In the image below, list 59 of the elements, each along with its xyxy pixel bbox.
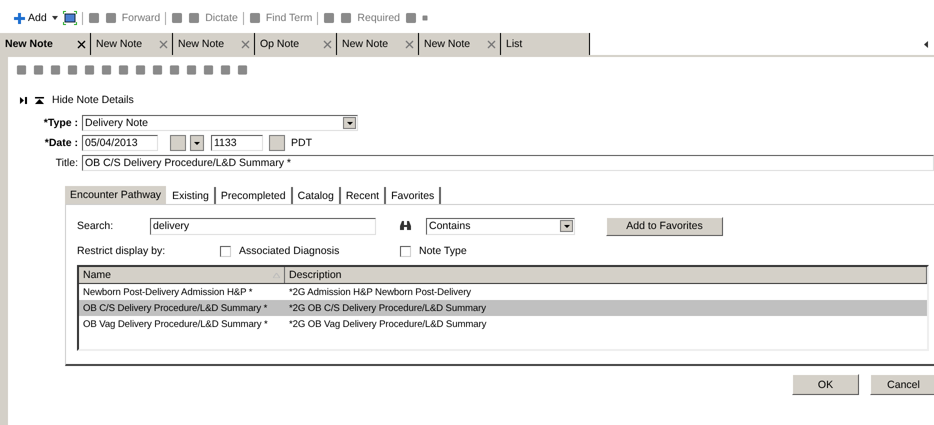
plus-icon bbox=[14, 12, 25, 24]
type-dropdown[interactable]: Delivery Note bbox=[82, 115, 358, 131]
time-field[interactable]: 1133 bbox=[211, 135, 263, 151]
checkbox[interactable] bbox=[220, 246, 231, 256]
toggle-label[interactable]: Hide Note Details bbox=[52, 94, 134, 106]
document-tab[interactable]: List bbox=[500, 33, 590, 55]
document-tab[interactable]: New Note bbox=[90, 33, 172, 55]
sort-icon bbox=[273, 272, 280, 278]
checkbox-label[interactable]: Note Type bbox=[419, 245, 467, 257]
toolbar-button[interactable]: Add bbox=[14, 12, 47, 24]
document-tab[interactable]: New Note bbox=[336, 33, 418, 55]
tab[interactable]: Favorites bbox=[386, 187, 442, 204]
add-to-favorites-button[interactable]: Add to Favorites bbox=[606, 216, 723, 236]
checkbox[interactable] bbox=[400, 246, 411, 256]
table-cell-text: OB Vag Delivery Procedure/L&D Summary * bbox=[82, 318, 269, 330]
caret-icon bbox=[346, 122, 352, 124]
table-cell-text: *2G OB C/S Delivery Procedure/L&D Summary bbox=[288, 302, 487, 314]
document-tab[interactable]: New Note bbox=[418, 33, 500, 55]
search-label: Search: bbox=[77, 220, 114, 232]
restrict-label: Restrict display by: bbox=[77, 245, 166, 257]
time-zone: PDT bbox=[291, 137, 312, 149]
screen-icon[interactable] bbox=[62, 11, 77, 25]
tab[interactable]: Catalog bbox=[292, 187, 341, 204]
tab[interactable]: Precompleted bbox=[216, 187, 293, 204]
field-label: Title: bbox=[54, 157, 78, 169]
dialog-button[interactable]: Cancel bbox=[870, 374, 934, 395]
table-row[interactable]: OB C/S Delivery Procedure/L&D Summary * *2G OB C/S Delivery Procedure/L&D Summary bbox=[79, 300, 927, 316]
table-row[interactable]: Newborn Post-Delivery Admission H&P * *2G Admission H&P Newborn Post-Delivery bbox=[79, 284, 927, 300]
document-tab[interactable]: New Note bbox=[0, 33, 90, 55]
skip-icon[interactable] bbox=[20, 96, 27, 104]
collapse-icon[interactable] bbox=[35, 96, 44, 104]
caret-icon bbox=[564, 224, 570, 228]
table-cell-text: Newborn Post-Delivery Admission H&P * bbox=[82, 286, 254, 298]
dropdown-button[interactable] bbox=[560, 220, 573, 232]
dropdown-button[interactable] bbox=[343, 117, 356, 129]
calendar-dropdown-icon[interactable] bbox=[190, 135, 204, 151]
date-field[interactable]: 05/04/2013 bbox=[82, 135, 158, 151]
spinner-icon[interactable] bbox=[269, 135, 285, 151]
column-header[interactable]: Description bbox=[285, 267, 927, 283]
field-label: *Date : bbox=[44, 137, 78, 149]
search-field[interactable]: delivery bbox=[150, 218, 376, 234]
table-row[interactable]: OB Vag Delivery Procedure/L&D Summary * *2G OB Vag Delivery Procedure/L&D Summary bbox=[79, 316, 927, 332]
tab[interactable]: Encounter Pathway bbox=[65, 186, 168, 204]
caret-icon[interactable] bbox=[52, 16, 58, 20]
document-tab[interactable]: New Note bbox=[172, 33, 254, 55]
checkbox-label[interactable]: Associated Diagnosis bbox=[239, 245, 340, 257]
dialog-button[interactable]: OK bbox=[792, 374, 859, 395]
tab[interactable]: Recent bbox=[340, 187, 386, 204]
match-dropdown[interactable]: Contains bbox=[426, 218, 575, 234]
column-header[interactable]: Name bbox=[79, 267, 285, 283]
scroll-left-icon[interactable] bbox=[924, 40, 928, 48]
tab[interactable]: Existing bbox=[167, 187, 216, 204]
title-field[interactable]: OB C/S Delivery Procedure/L&D Summary * bbox=[82, 155, 934, 171]
table-cell-text: OB C/S Delivery Procedure/L&D Summary * bbox=[82, 302, 268, 314]
binoculars-icon[interactable] bbox=[400, 221, 411, 231]
table-cell-text: *2G OB Vag Delivery Procedure/L&D Summary bbox=[288, 318, 488, 330]
field-label: *Type : bbox=[42, 117, 78, 129]
document-tab[interactable]: Op Note bbox=[254, 33, 336, 55]
table-cell-text: *2G Admission H&P Newborn Post-Delivery bbox=[288, 286, 472, 298]
